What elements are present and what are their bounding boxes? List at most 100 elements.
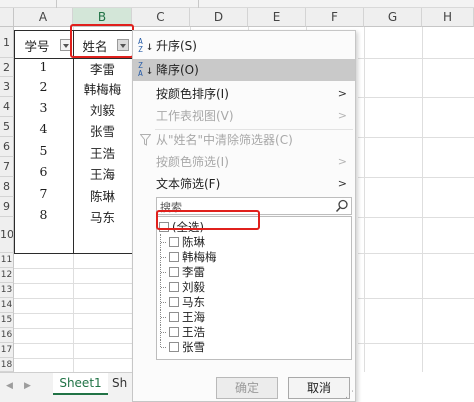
- row-header-15[interactable]: 15: [0, 313, 14, 328]
- menu-item-sheet-view: 工作表视图(V) >: [133, 105, 355, 127]
- checkbox[interactable]: [169, 267, 179, 277]
- table-cell-name[interactable]: 王浩: [73, 143, 132, 162]
- resize-grip-icon[interactable]: ⋰: [345, 391, 354, 400]
- sheet-tab-bar: ◀ ▶ Sheet1 Sh: [0, 372, 132, 402]
- tab-sheet2[interactable]: Sh: [112, 373, 127, 395]
- checkbox[interactable]: [169, 252, 179, 262]
- menu-item-label: 升序(S): [156, 39, 197, 53]
- table-cell-name[interactable]: 张雪: [73, 121, 132, 140]
- row-header-18[interactable]: 18: [0, 358, 14, 372]
- column-header-e[interactable]: E: [248, 8, 306, 27]
- column-header-g[interactable]: G: [364, 8, 422, 27]
- row-header-7[interactable]: 7: [0, 157, 14, 177]
- row-header-5[interactable]: 5: [0, 117, 14, 137]
- table-cell-name[interactable]: 刘毅: [73, 100, 132, 119]
- column-header-f[interactable]: F: [306, 8, 364, 27]
- column-header-d[interactable]: D: [190, 8, 248, 27]
- table-cell-id[interactable]: 5: [14, 143, 73, 158]
- table-cell-id[interactable]: 2: [14, 79, 73, 94]
- grid-line: [358, 137, 474, 138]
- row-header-10[interactable]: 10: [0, 217, 14, 253]
- tree-connector: [160, 309, 168, 325]
- checkbox[interactable]: [169, 312, 179, 322]
- row-header-17[interactable]: 17: [0, 343, 14, 358]
- table-cell-name[interactable]: 马东: [73, 207, 132, 226]
- grid-line: [14, 268, 132, 269]
- formula-bar: [0, 0, 474, 8]
- menu-item-sort-by-color[interactable]: 按颜色排序(I) >: [133, 83, 355, 105]
- row-header-4[interactable]: 4: [0, 97, 14, 117]
- row-header-1[interactable]: 1: [0, 27, 14, 58]
- menu-item-label: 工作表视图(V): [156, 109, 234, 123]
- row-header-9[interactable]: 9: [0, 197, 14, 217]
- tree-connector: [160, 339, 168, 348]
- tab-next-icon[interactable]: ▶: [24, 381, 31, 391]
- grid-line: [14, 328, 132, 329]
- row-header-16[interactable]: 16: [0, 328, 14, 343]
- table-cell-name[interactable]: 陈琳: [73, 186, 132, 205]
- menu-item-label: 降序(O): [156, 63, 199, 77]
- checkbox[interactable]: [169, 342, 179, 352]
- search-icon: [335, 199, 348, 213]
- tree-connector: [160, 234, 168, 250]
- grid-line: [358, 177, 474, 178]
- clear-filter-icon: [140, 134, 151, 146]
- row-header-14[interactable]: 14: [0, 298, 14, 313]
- grid-line: [14, 283, 132, 284]
- row-header-6[interactable]: 6: [0, 137, 14, 157]
- row-header-2[interactable]: 2: [0, 58, 14, 77]
- row-header-11[interactable]: 11: [0, 253, 14, 268]
- formula-bar-divider: [198, 0, 199, 8]
- table-cell-id[interactable]: 3: [14, 100, 73, 115]
- table-cell-name[interactable]: 王海: [73, 164, 132, 183]
- chevron-right-icon: >: [337, 87, 347, 100]
- menu-item-label: 文本筛选(F): [156, 177, 221, 191]
- sort-descending-icon: Z A ↓: [138, 61, 154, 78]
- select-all-corner[interactable]: [0, 8, 14, 27]
- grid-line: [14, 298, 132, 299]
- highlight-box: [156, 210, 260, 230]
- header-cell-id[interactable]: 学号: [14, 36, 60, 55]
- tree-connector: [160, 279, 168, 295]
- row-header-12[interactable]: 12: [0, 268, 14, 283]
- column-header-c[interactable]: C: [132, 8, 190, 27]
- grid-line: [358, 343, 474, 344]
- column-header-a[interactable]: A: [14, 8, 73, 27]
- menu-item-sort-ascending[interactable]: A Z ↓ 升序(S): [133, 35, 355, 57]
- menu-item-text-filter[interactable]: 文本筛选(F) >: [133, 173, 355, 195]
- table-cell-name[interactable]: 韩梅梅: [73, 79, 132, 98]
- menu-item-label: 从"姓名"中清除筛选器(C): [156, 133, 293, 147]
- row-header-8[interactable]: 8: [0, 177, 14, 197]
- tab-sheet1[interactable]: Sheet1: [53, 373, 108, 395]
- checkbox[interactable]: [169, 237, 179, 247]
- menu-item-sort-descending[interactable]: Z A ↓ 降序(O): [133, 59, 355, 81]
- chevron-right-icon: >: [337, 155, 347, 168]
- checkbox[interactable]: [169, 327, 179, 337]
- formula-bar-divider: [56, 0, 57, 8]
- grid-line: [14, 343, 132, 344]
- table-cell-id[interactable]: 6: [14, 164, 73, 179]
- cancel-button[interactable]: 取消: [288, 377, 350, 399]
- row-header-13[interactable]: 13: [0, 283, 14, 298]
- checkbox[interactable]: [169, 282, 179, 292]
- ok-button[interactable]: 确定: [216, 377, 278, 399]
- table-cell-id[interactable]: 8: [14, 207, 73, 222]
- grid-line: [358, 58, 474, 59]
- grid-line: [422, 27, 423, 372]
- tree-connector: [160, 249, 168, 265]
- table-cell-id[interactable]: 1: [14, 59, 73, 74]
- grid-line: [14, 358, 132, 359]
- menu-item-label: 按颜色筛选(I): [156, 155, 229, 169]
- grid-line: [364, 27, 365, 372]
- column-header-h[interactable]: H: [422, 8, 474, 27]
- menu-item-clear-filter: 从"姓名"中清除筛选器(C): [133, 129, 355, 151]
- checkbox[interactable]: [169, 297, 179, 307]
- table-cell-id[interactable]: 4: [14, 121, 73, 136]
- tab-prev-icon[interactable]: ◀: [6, 381, 13, 391]
- sort-ascending-icon: A Z ↓: [138, 37, 154, 54]
- filter-value-list: (全选) 陈琳 韩梅梅 李雷 刘毅 马东 王海 王浩 张雪: [156, 216, 352, 360]
- table-cell-name[interactable]: 李雷: [73, 59, 132, 78]
- table-cell-id[interactable]: 7: [14, 186, 73, 201]
- row-header-3[interactable]: 3: [0, 77, 14, 97]
- menu-item-label: 按颜色排序(I): [156, 87, 229, 101]
